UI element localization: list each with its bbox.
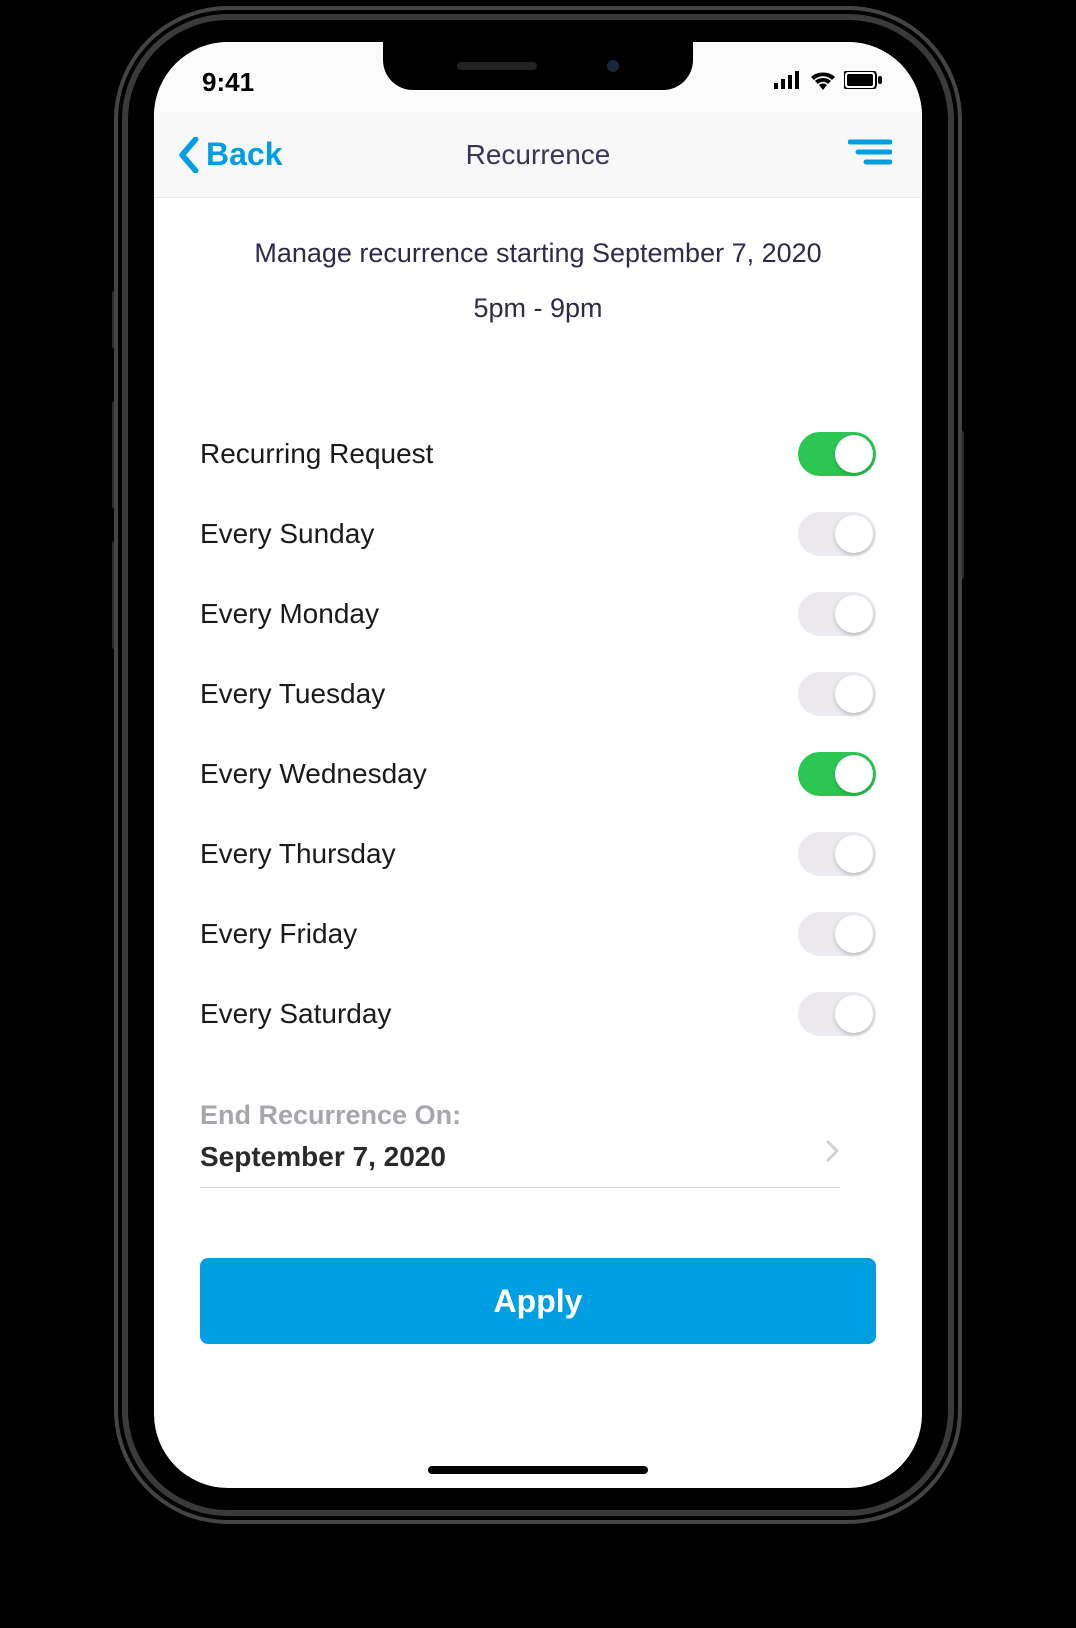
toggle-switch[interactable] <box>798 432 876 476</box>
recurrence-start-text: Manage recurrence starting September 7, … <box>200 238 876 269</box>
time-range-text: 5pm - 9pm <box>200 293 876 324</box>
nav-bar: Back Recurrence <box>154 112 922 198</box>
back-button[interactable]: Back <box>178 136 283 173</box>
toggle-row: Every Thursday <box>200 814 876 894</box>
toggle-label: Every Saturday <box>200 998 391 1030</box>
status-icons <box>774 60 882 95</box>
end-recurrence-value: September 7, 2020 <box>200 1141 840 1173</box>
toggle-label: Every Wednesday <box>200 758 427 790</box>
home-indicator[interactable] <box>428 1466 648 1474</box>
toggle-label: Every Monday <box>200 598 379 630</box>
battery-icon <box>844 71 882 94</box>
phone-frame: 9:41 <box>128 20 948 1510</box>
toggle-label: Every Friday <box>200 918 357 950</box>
toggle-row: Every Wednesday <box>200 734 876 814</box>
chevron-right-icon <box>826 1140 840 1167</box>
toggle-label: Every Tuesday <box>200 678 385 710</box>
cellular-icon <box>774 71 802 94</box>
wifi-icon <box>810 70 836 95</box>
notch <box>383 42 693 90</box>
toggle-switch[interactable] <box>798 912 876 956</box>
apply-button[interactable]: Apply <box>200 1258 876 1344</box>
toggle-switch[interactable] <box>798 832 876 876</box>
end-recurrence-label: End Recurrence On: <box>200 1100 840 1131</box>
toggle-switch[interactable] <box>798 752 876 796</box>
chevron-left-icon <box>178 137 202 173</box>
toggle-switch[interactable] <box>798 992 876 1036</box>
page-title: Recurrence <box>466 139 611 171</box>
toggle-switch[interactable] <box>798 592 876 636</box>
apply-label: Apply <box>494 1283 583 1320</box>
toggle-switch[interactable] <box>798 512 876 556</box>
menu-lines-icon <box>848 138 892 166</box>
screen: 9:41 <box>154 42 922 1488</box>
toggle-label: Every Sunday <box>200 518 374 550</box>
toggle-row: Every Sunday <box>200 494 876 574</box>
toggle-row: Every Monday <box>200 574 876 654</box>
menu-button[interactable] <box>848 138 892 171</box>
toggle-row: Every Friday <box>200 894 876 974</box>
back-label: Back <box>206 136 283 173</box>
toggle-switch[interactable] <box>798 672 876 716</box>
end-recurrence-field[interactable]: End Recurrence On: September 7, 2020 <box>200 1100 840 1188</box>
toggle-row: Every Saturday <box>200 974 876 1054</box>
content: Manage recurrence starting September 7, … <box>154 198 922 1344</box>
toggle-row: Every Tuesday <box>200 654 876 734</box>
status-time: 9:41 <box>194 57 254 98</box>
toggle-label: Recurring Request <box>200 438 433 470</box>
toggle-label: Every Thursday <box>200 838 396 870</box>
toggle-row: Recurring Request <box>200 414 876 494</box>
